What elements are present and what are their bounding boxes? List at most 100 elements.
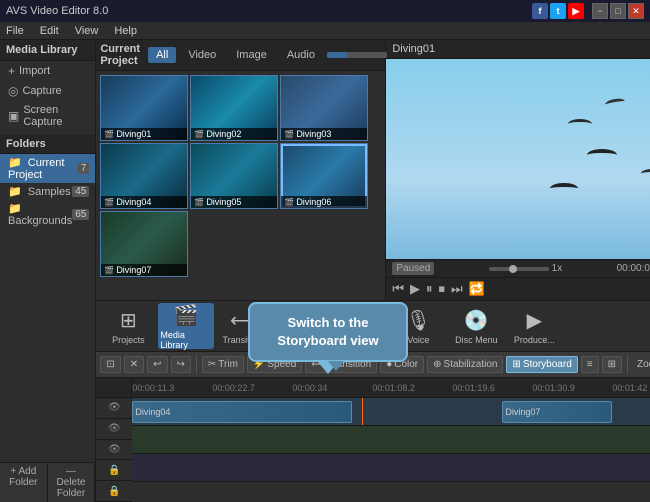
media-thumb-diving01[interactable]: 🎬 Diving01 [100,75,188,141]
next-frame-button[interactable]: ⏭ [451,281,463,297]
capture-button[interactable]: ◎ Capture [0,81,95,101]
play-controls: ⏮ ▶ ⏸ ⏹ ⏭ 🔁 [392,281,485,297]
capture-label: Capture [22,85,61,97]
media-thumb-diving04[interactable]: 🎬 Diving04 [100,143,188,209]
clip-diving07-label: Diving07 [505,407,540,417]
folder-count: 7 [78,163,90,174]
folder-current-project[interactable]: 📁 Current Project 7 [0,154,95,183]
zoom-label: Zoom: [637,359,650,370]
loop-button[interactable]: 🔁 [469,281,485,297]
media-thumb-diving07[interactable]: 🎬 Diving07 [100,211,188,277]
preview-controls: ⏮ ▶ ⏸ ⏹ ⏭ 🔁 🔊 [386,277,650,300]
undo-icon: ↩ [153,359,161,370]
tool-projects[interactable]: ⊞ Projects [100,303,156,349]
bird-1 [604,97,625,108]
stabilization-button[interactable]: ⊕ Stabilization [427,356,503,373]
timeline-area: 00:00:11.3 00:00:22.7 00:00:34 00:01:08.… [96,378,650,502]
facebook-icon[interactable]: f [532,3,548,19]
thumb-label-diving03: 🎬 Diving03 [281,128,367,140]
redo-button[interactable]: ↪ [171,356,191,373]
menu-help[interactable]: Help [112,25,139,37]
timeline-icon: ≡ [587,359,593,370]
speed-control: 1x [489,263,563,274]
import-button[interactable]: + Import [0,61,95,81]
tab-audio[interactable]: Audio [279,47,323,63]
ruler-mark-6: 00:01:30.9 [532,383,575,393]
ruler-mark-3: 00:00:34 [292,383,327,393]
zoom-control: Zoom: − + [637,359,650,370]
time-start: 00:00:00.000 [617,263,650,274]
media-thumb-diving05[interactable]: 🎬 Diving05 [190,143,278,209]
tab-video[interactable]: Video [180,47,224,63]
video-icon-7: 🎬 [104,266,114,275]
app-title: AVS Video Editor 8.0 [6,5,108,17]
track-ctrl-1[interactable]: 👁 [96,398,132,419]
pause-button[interactable]: ⏸ [426,281,433,297]
tool-media-label: Media Library [160,330,212,350]
tool-disc-menu[interactable]: 💿 Disc Menu [448,303,504,349]
tool-voice-label: Voice [407,335,429,345]
thumb-label-diving04: 🎬 Diving04 [101,196,187,208]
menu-view[interactable]: View [73,25,101,37]
title-bar-left: AVS Video Editor 8.0 [6,5,108,17]
grid-tool-button[interactable]: ⊡ [100,356,120,373]
grid-view-button[interactable]: ⊞ [602,356,622,373]
tool-produce[interactable]: ▶ Produce... [506,303,562,349]
media-row-3: 🎬 Diving07 [100,211,381,277]
media-scroll: 🎬 Diving01 🎬 Diving02 [96,71,385,300]
preview-bottom-bar: Paused 1x 00:00:00.000 / 00:00:05.005 [386,259,650,277]
folder-bg-name: Backgrounds [8,215,72,227]
clip-diving04-label: Diving04 [135,407,170,417]
tooltip-arrow [318,362,338,374]
track-ctrl-3[interactable]: 👁 [96,440,132,461]
screen-capture-button[interactable]: ▣ Screen Capture [0,101,95,131]
media-library-icon: 🎬 [174,303,199,328]
sub-divider-2 [627,356,628,374]
tool-produce-label: Produce... [514,335,555,345]
eye-icon-3: 👁 [108,444,121,455]
media-thumb-diving06[interactable]: 🎬 Diving06 [280,143,368,209]
undo-button[interactable]: ↩ [147,356,167,373]
media-thumb-diving02[interactable]: 🎬 Diving02 [190,75,278,141]
storyboard-button[interactable]: ⊞ Storyboard [506,356,577,373]
play-button[interactable]: ▶ [410,281,420,297]
preview-area: Diving01 Paused [386,40,650,300]
preview-title-text: Diving01 [392,43,435,55]
thumb-label-diving07: 🎬 Diving07 [101,264,187,276]
twitter-icon[interactable]: t [550,3,566,19]
thumb-label-diving05: 🎬 Diving05 [191,196,277,208]
timeline-view-button[interactable]: ≡ [581,356,599,373]
prev-frame-button[interactable]: ⏮ [392,281,404,297]
track-ctrl-2[interactable]: 👁 [96,419,132,440]
clip-diving04[interactable]: Diving04 [132,401,352,423]
voice-icon: 🎙 [406,308,431,333]
tab-all[interactable]: All [148,47,176,63]
delete-tool-button[interactable]: ✕ [124,356,144,373]
media-thumb-diving03[interactable]: 🎬 Diving03 [280,75,368,141]
stop-button[interactable]: ⏹ [439,281,446,297]
trim-button[interactable]: ✂ Trim [202,356,244,373]
current-project-label: Current Project [100,43,140,67]
social-icons: f t ▶ [532,3,584,19]
clip-diving07[interactable]: Diving07 [502,401,612,423]
track-ctrl-4[interactable]: 🔒 [96,460,132,481]
top-section: Current Project All Video Image Audio ▲ [96,40,650,300]
speed-slider[interactable] [489,267,549,271]
menu-file[interactable]: File [4,25,26,37]
menu-edit[interactable]: Edit [38,25,61,37]
add-folder-button[interactable]: + Add Folder [0,463,48,502]
folder-samples[interactable]: 📁 Samples 45 [0,183,95,200]
tab-image[interactable]: Image [228,47,275,63]
minimize-button[interactable]: − [592,3,608,19]
close-button[interactable]: ✕ [628,3,644,19]
main-layout: Media Library + Import ◎ Capture ▣ Scree… [0,40,650,502]
maximize-button[interactable]: □ [610,3,626,19]
track-ctrl-5[interactable]: 🔒 [96,481,132,502]
speed-label: 1x [552,263,563,274]
track-video: Diving04 Diving07 [132,398,650,426]
delete-folder-button[interactable]: — Delete Folder [48,463,96,502]
youtube-icon[interactable]: ▶ [568,3,584,19]
folder-backgrounds[interactable]: 📁 Backgrounds 65 [0,200,95,229]
tool-media-library[interactable]: 🎬 Media Library [158,303,214,349]
lock-icon-1: 🔒 [108,465,120,476]
